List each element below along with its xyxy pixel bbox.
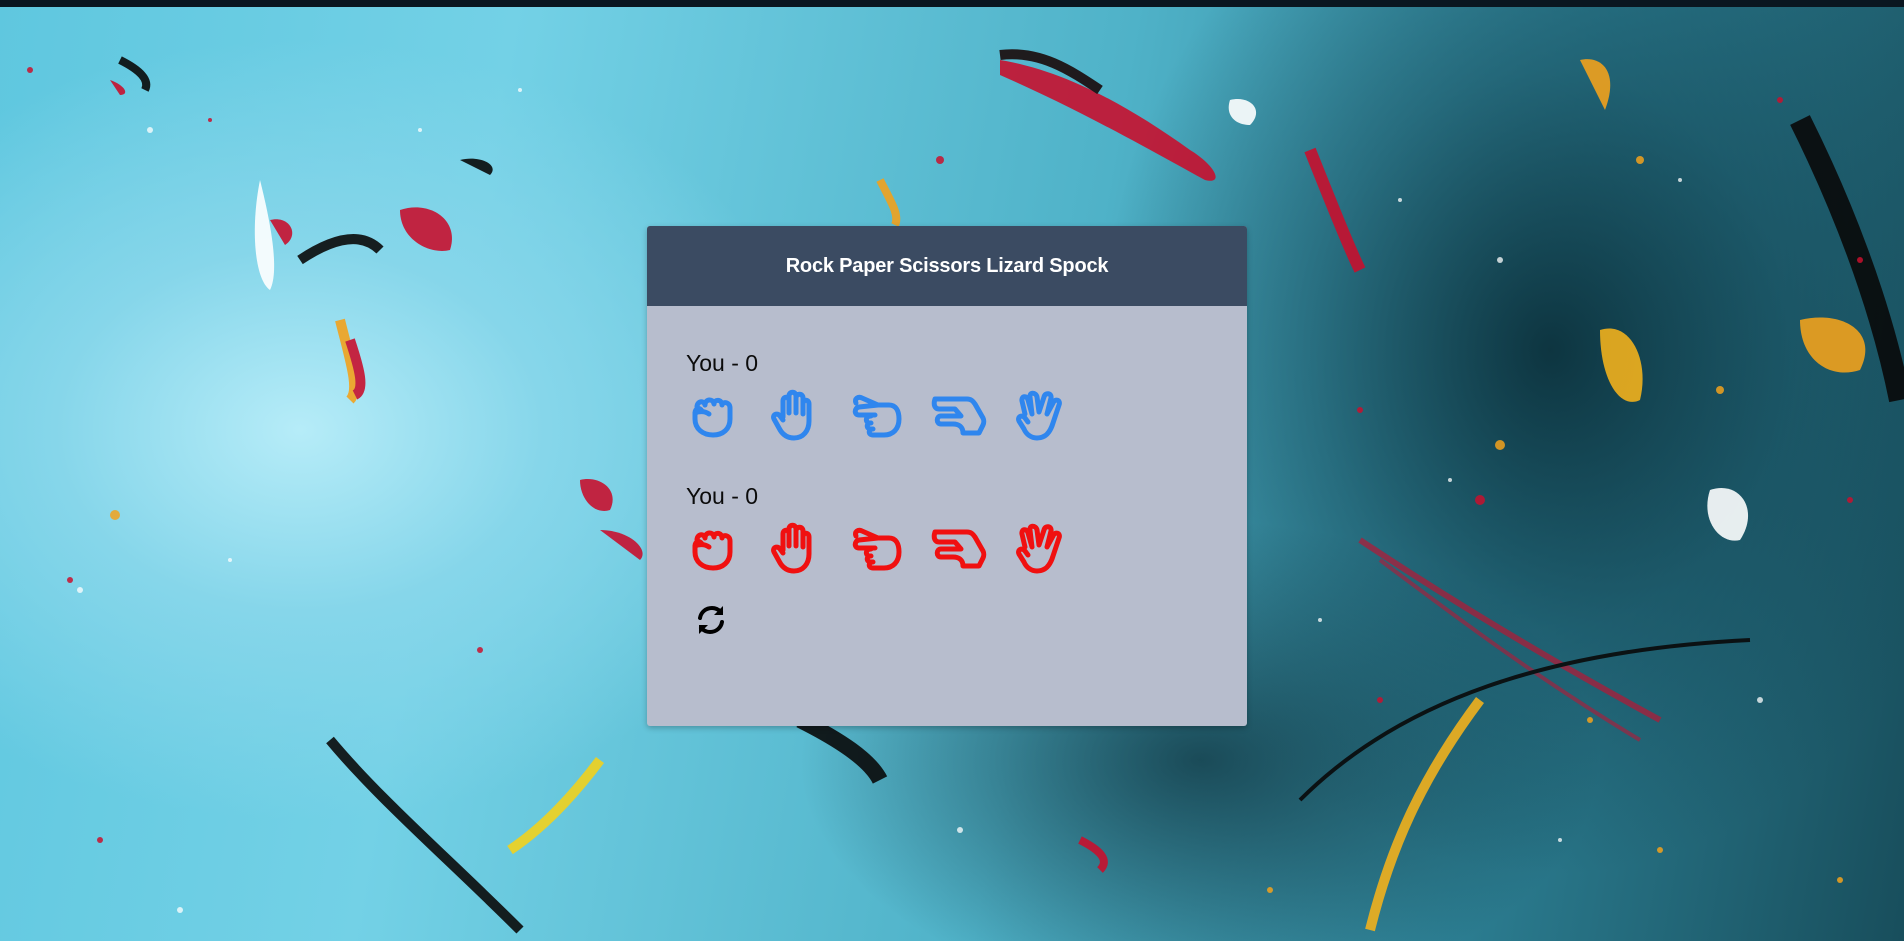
hand-lizard-icon [931, 396, 987, 436]
player-1-score: You - 0 [686, 350, 759, 376]
card-body: You - 0 You - 0 [647, 348, 1247, 639]
player-1-lizard-button[interactable] [931, 388, 987, 442]
player-2-rock-button[interactable] [686, 521, 740, 575]
card-header: Rock Paper Scissors Lizard Spock [647, 226, 1247, 306]
player-2-spock-button[interactable] [1014, 521, 1068, 575]
top-bar [0, 0, 1904, 7]
hand-scissors-icon [852, 394, 902, 438]
player-1-rock-button[interactable] [686, 388, 740, 442]
refresh-icon [698, 605, 724, 635]
player-1-paper-button[interactable] [768, 388, 822, 442]
hand-paper-icon [771, 389, 812, 441]
player-2-scissors-button[interactable] [850, 521, 904, 575]
player-2-section: You - 0 [686, 481, 1247, 575]
hand-spock-icon [1016, 523, 1062, 574]
player-1-section: You - 0 [686, 348, 1247, 442]
hand-paper-icon [771, 522, 812, 574]
player-1-spock-button[interactable] [1014, 388, 1068, 442]
hand-rock-icon [692, 397, 733, 438]
game-title: Rock Paper Scissors Lizard Spock [785, 254, 1109, 277]
hand-rock-icon [692, 530, 733, 571]
player-2-lizard-button[interactable] [931, 521, 987, 575]
hand-spock-icon [1016, 390, 1062, 441]
hand-scissors-icon [852, 527, 902, 571]
player-1-scissors-button[interactable] [850, 388, 904, 442]
reset-button[interactable] [692, 601, 730, 639]
hand-lizard-icon [931, 529, 987, 569]
player-2-paper-button[interactable] [768, 521, 822, 575]
player-2-hands [686, 521, 1247, 575]
player-1-hands [686, 388, 1247, 442]
player-2-score: You - 0 [686, 483, 759, 509]
game-card: Rock Paper Scissors Lizard Spock You - 0 [647, 226, 1247, 726]
